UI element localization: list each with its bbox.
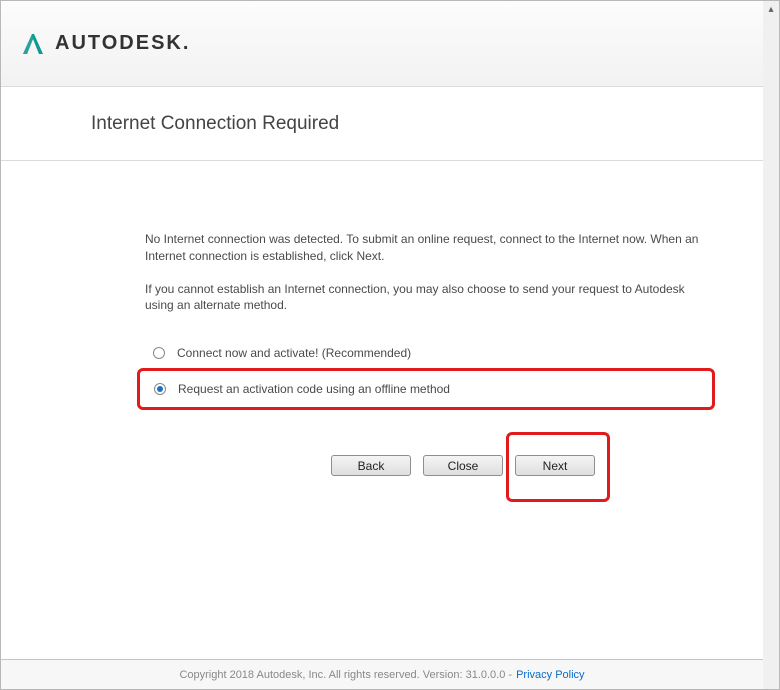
- highlight-offline-option: Request an activation code using an offl…: [137, 368, 715, 410]
- message-line-2: If you cannot establish an Internet conn…: [145, 281, 715, 315]
- next-button[interactable]: Next: [515, 455, 595, 476]
- body-area: No Internet connection was detected. To …: [1, 161, 763, 410]
- radio-option-connect[interactable]: Connect now and activate! (Recommended): [145, 338, 715, 368]
- subheader: Internet Connection Required: [1, 87, 763, 161]
- autodesk-logo-icon: [19, 30, 47, 58]
- scroll-up-icon[interactable]: ▴: [763, 1, 779, 17]
- brand-text: AUTODESK.: [55, 32, 190, 55]
- content-frame: AUTODESK. Internet Connection Required N…: [1, 1, 763, 689]
- back-button[interactable]: Back: [331, 455, 411, 476]
- radio-icon-checked: [154, 383, 166, 395]
- button-row: Back Close Next: [331, 455, 595, 476]
- radio-option-offline[interactable]: Request an activation code using an offl…: [146, 374, 700, 404]
- page-title: Internet Connection Required: [91, 113, 339, 135]
- header: AUTODESK.: [1, 1, 763, 87]
- scrollbar[interactable]: ▴: [763, 1, 779, 689]
- radio-icon: [153, 347, 165, 359]
- footer: Copyright 2018 Autodesk, Inc. All rights…: [1, 659, 763, 689]
- radio-label: Connect now and activate! (Recommended): [177, 346, 411, 360]
- radio-group: Connect now and activate! (Recommended) …: [145, 338, 715, 410]
- radio-label: Request an activation code using an offl…: [178, 382, 450, 396]
- message-line-1: No Internet connection was detected. To …: [145, 231, 715, 265]
- footer-copyright: Copyright 2018 Autodesk, Inc. All rights…: [179, 669, 512, 681]
- autodesk-logo: AUTODESK.: [19, 30, 190, 58]
- privacy-policy-link[interactable]: Privacy Policy: [516, 669, 584, 681]
- close-button[interactable]: Close: [423, 455, 503, 476]
